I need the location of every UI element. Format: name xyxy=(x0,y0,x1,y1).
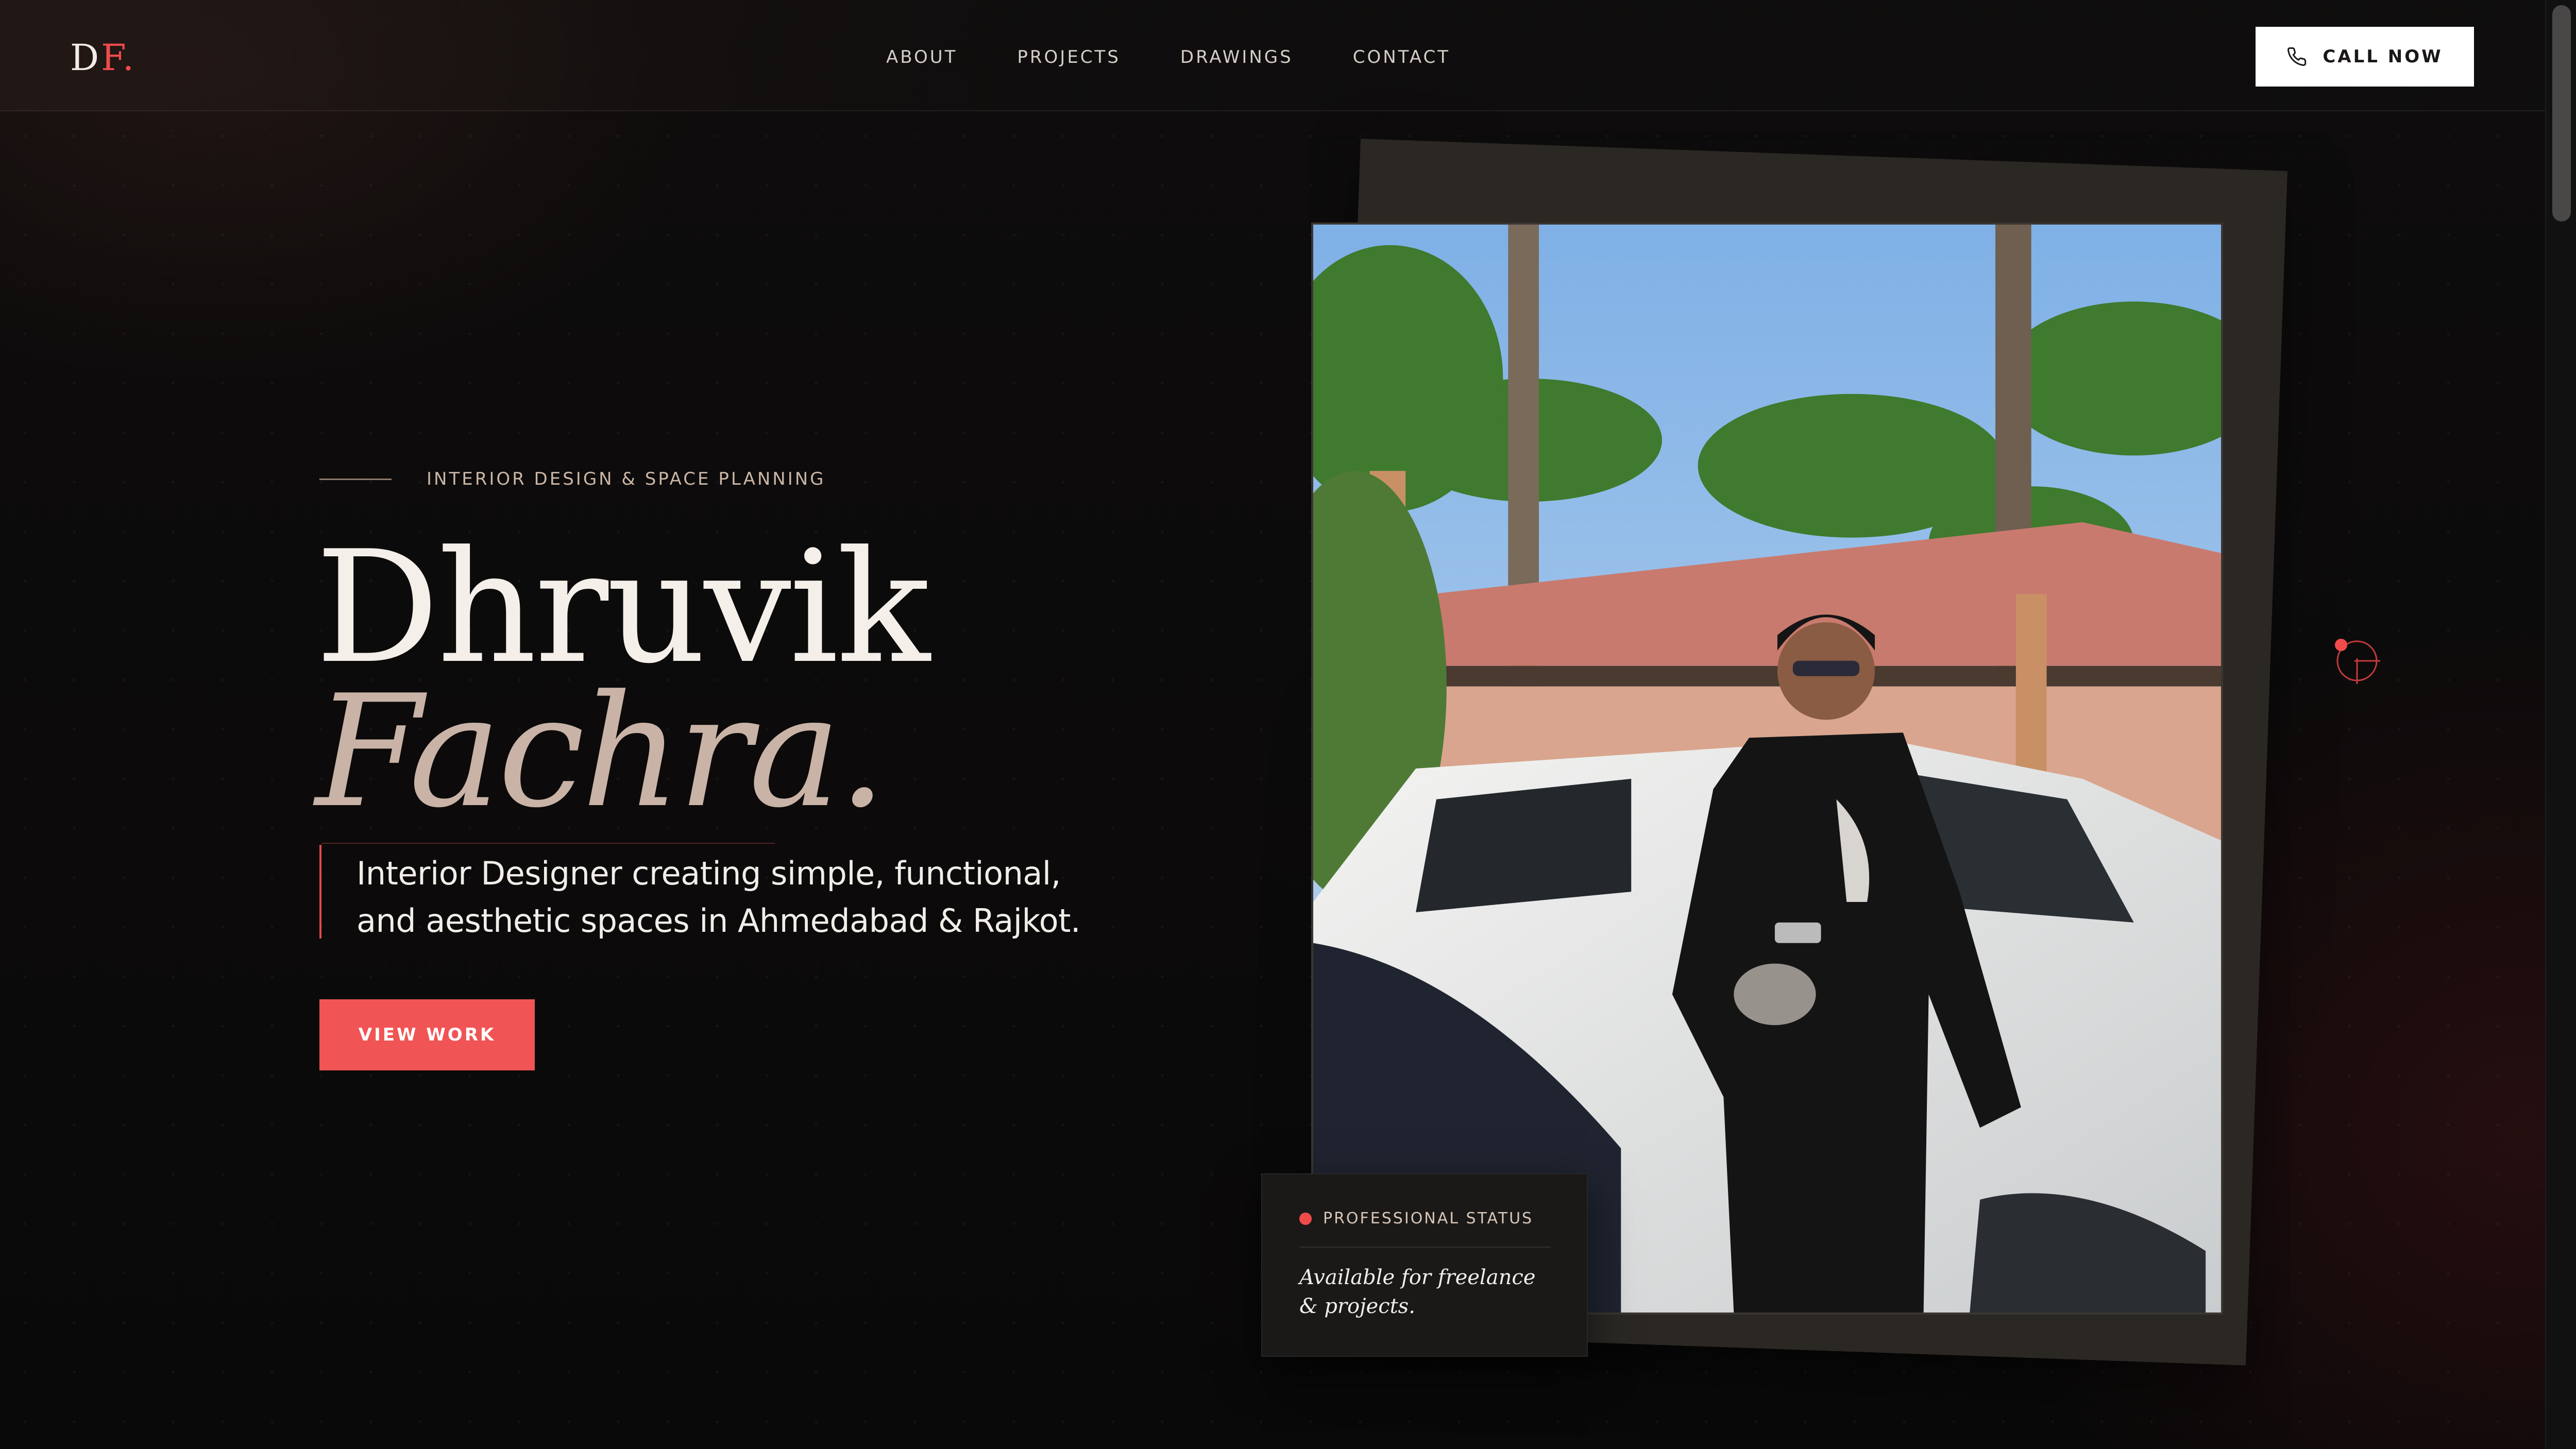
hero-last-name: Fachra. xyxy=(315,662,887,842)
nav-about[interactable]: ABOUT xyxy=(886,44,957,70)
portrait-photo xyxy=(1311,223,2223,1315)
portrait-illustration xyxy=(1313,225,2221,1312)
view-work-label: VIEW WORK xyxy=(358,1025,496,1045)
status-header: PROFESSIONAL STATUS xyxy=(1299,1208,1533,1229)
tagline-block: Interior Designer creating simple, funct… xyxy=(319,843,1113,941)
status-text: Available for freelance & projects. xyxy=(1299,1266,1536,1318)
tagline-accent-bar xyxy=(319,845,321,939)
view-work-button[interactable]: VIEW WORK xyxy=(319,999,535,1070)
nav-contact[interactable]: CONTACT xyxy=(1353,44,1450,70)
scrollbar-track[interactable] xyxy=(2545,0,2576,1449)
eyebrow-text: INTERIOR DESIGN & SPACE PLANNING xyxy=(427,469,826,489)
crosshair-icon xyxy=(2335,639,2380,684)
status-label: PROFESSIONAL STATUS xyxy=(1323,1209,1534,1228)
nav-projects[interactable]: PROJECTS xyxy=(1017,44,1121,70)
logo-letter: D xyxy=(70,37,101,79)
scrollbar-thumb[interactable] xyxy=(2552,5,2571,221)
nav-drawings[interactable]: DRAWINGS xyxy=(1180,44,1293,70)
page: DF. ABOUT PROJECTS DRAWINGS CONTACT CALL… xyxy=(0,0,2576,1449)
logo-accent: F. xyxy=(101,37,137,79)
main-nav: ABOUT PROJECTS DRAWINGS CONTACT xyxy=(886,44,1450,70)
phone-icon xyxy=(2287,47,2307,66)
status-divider xyxy=(1299,1247,1551,1248)
site-header: DF. ABOUT PROJECTS DRAWINGS CONTACT CALL… xyxy=(0,0,2545,111)
status-indicator-dot xyxy=(1299,1213,1312,1225)
tagline-top-rule xyxy=(321,843,775,844)
call-now-button[interactable]: CALL NOW xyxy=(2256,27,2474,87)
status-card: PROFESSIONAL STATUS Available for freela… xyxy=(1261,1173,1588,1357)
eyebrow: INTERIOR DESIGN & SPACE PLANNING xyxy=(319,467,826,491)
logo[interactable]: DF. xyxy=(70,37,136,78)
eyebrow-line xyxy=(319,478,392,480)
tagline: Interior Designer creating simple, funct… xyxy=(357,855,1081,940)
call-now-label: CALL NOW xyxy=(2323,46,2443,67)
